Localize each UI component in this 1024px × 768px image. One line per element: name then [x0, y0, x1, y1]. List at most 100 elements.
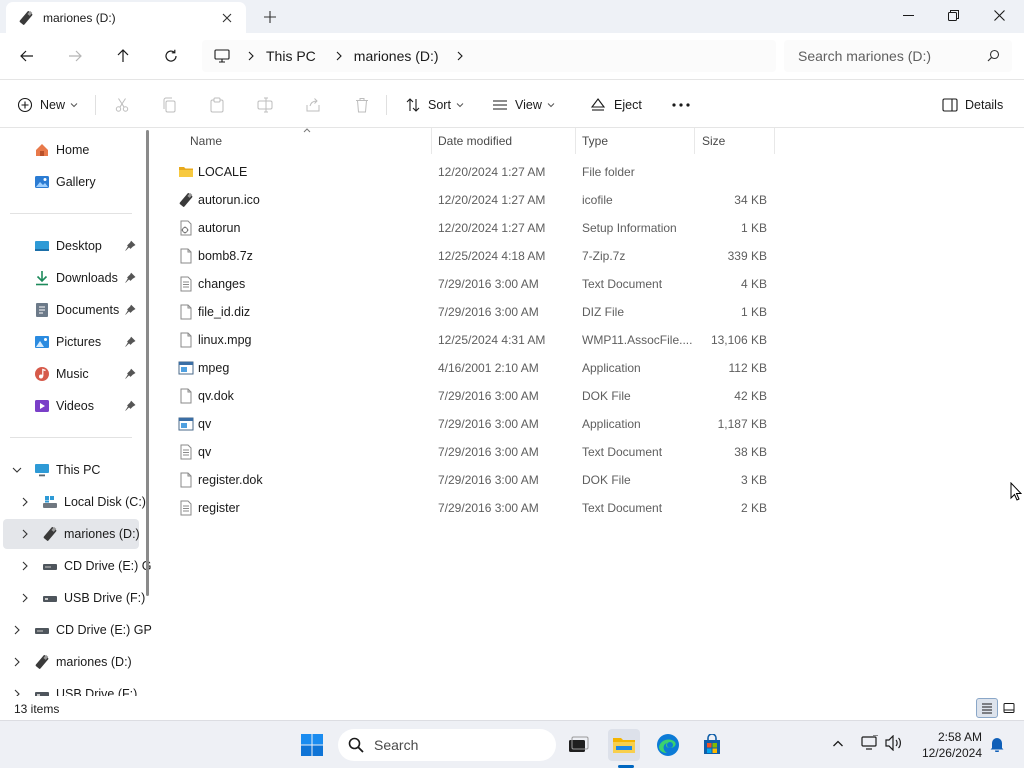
pin-icon[interactable] [124, 336, 136, 348]
sidebar-item-pictures[interactable]: Pictures [34, 328, 142, 356]
rename-icon[interactable] [257, 91, 273, 119]
restore-icon[interactable] [930, 0, 976, 30]
search-box[interactable] [784, 40, 1012, 72]
sidebar-item-home[interactable]: Home [34, 136, 89, 164]
chevron-right-icon[interactable] [19, 528, 31, 540]
table-row[interactable]: autorun 12/20/2024 1:27 AM Setup Informati… [170, 214, 775, 242]
table-row[interactable]: mpeg 4/16/2001 2:10 AM Application 112 KB [170, 354, 775, 382]
sort-button[interactable]: Sort [405, 91, 464, 119]
sidebar-item-desktop[interactable]: Desktop [34, 232, 142, 260]
sidebar-item-this-pc[interactable]: This PC [34, 456, 100, 484]
sidebar-item-mariones-d[interactable]: mariones (D:) [42, 520, 140, 548]
sidebar-item-mariones-d-root[interactable]: mariones (D:) [34, 648, 132, 676]
more-options-icon[interactable] [672, 91, 690, 119]
pin-icon[interactable] [124, 400, 136, 412]
start-windows-icon[interactable] [296, 729, 328, 761]
pin-icon[interactable] [124, 304, 136, 316]
sidebar-item-gallery[interactable]: Gallery [34, 168, 96, 196]
back-arrow-icon[interactable] [12, 41, 42, 71]
pin-icon[interactable] [124, 272, 136, 284]
table-row[interactable]: file_id.diz 7/29/2016 3:00 AM DIZ File 1 KB [170, 298, 775, 326]
new-tab-icon[interactable] [256, 5, 284, 29]
sidebar-item-local-disk-c[interactable]: Local Disk (C:) [42, 488, 146, 516]
chevron-right-icon[interactable] [11, 688, 23, 696]
column-header-size[interactable]: Size [702, 128, 725, 154]
table-row[interactable]: qv 7/29/2016 3:00 AM Text Document 38 KB [170, 438, 775, 466]
table-row[interactable]: LOCALE 12/20/2024 1:27 AM File folder [170, 158, 775, 186]
table-row[interactable]: linux.mpg 12/25/2024 4:31 AM WMP11.AssocFi… [170, 326, 775, 354]
notification-bell-icon[interactable] [989, 736, 1005, 752]
volume-icon[interactable] [885, 735, 903, 751]
search-input[interactable] [798, 48, 978, 64]
chevron-right-icon[interactable] [11, 656, 23, 668]
sidebar-item-label: Music [56, 367, 89, 381]
file-explorer-icon[interactable] [608, 729, 640, 761]
microsoft-store-icon[interactable] [696, 729, 728, 761]
chevron-right-icon[interactable] [11, 624, 23, 636]
table-row[interactable]: register 7/29/2016 3:00 AM Text Document 2 … [170, 494, 775, 522]
address-field[interactable]: This PC mariones (D:) [202, 40, 776, 72]
forward-arrow-icon[interactable] [60, 41, 90, 71]
sidebar-item-videos[interactable]: Videos [34, 392, 142, 420]
chevron-up-icon[interactable] [832, 738, 844, 750]
cut-icon[interactable] [114, 91, 130, 119]
refresh-icon[interactable] [156, 41, 186, 71]
delete-icon[interactable] [354, 91, 370, 119]
sidebar-item-cd-drive-e-root[interactable]: CD Drive (E:) GP [34, 616, 152, 644]
chevron-right-icon[interactable] [19, 560, 31, 572]
table-row[interactable]: qv 7/29/2016 3:00 AM Application 1,187 KB [170, 410, 775, 438]
table-row[interactable]: qv.dok 7/29/2016 3:00 AM DOK File 42 KB [170, 382, 775, 410]
table-row[interactable]: changes 7/29/2016 3:00 AM Text Document 4 K… [170, 270, 775, 298]
sidebar-item-cd-drive-e[interactable]: CD Drive (E:) G [42, 552, 152, 580]
column-divider[interactable] [694, 128, 695, 154]
sidebar-item-downloads[interactable]: Downloads [34, 264, 142, 292]
sidebar-item-documents[interactable]: Documents [34, 296, 142, 324]
file-size: 1,187 KB [717, 417, 767, 431]
file-date: 12/20/2024 1:27 AM [438, 221, 546, 235]
file-name: mpeg [198, 361, 230, 375]
pin-icon[interactable] [124, 240, 136, 252]
tiles-view-icon[interactable] [998, 698, 1020, 718]
column-divider[interactable] [774, 128, 775, 154]
sidebar-item-music[interactable]: Music [34, 360, 142, 388]
table-row[interactable]: bomb8.7z 12/25/2024 4:18 AM 7-Zip.7z 339 KB [170, 242, 775, 270]
edge-browser-icon[interactable] [652, 729, 684, 761]
minimize-icon[interactable] [885, 0, 931, 30]
network-icon[interactable] [861, 735, 879, 751]
column-divider[interactable] [575, 128, 576, 154]
sidebar-item-label: This PC [56, 463, 101, 477]
breadcrumb-mariones[interactable]: mariones (D:) [354, 48, 439, 64]
breadcrumb-this-pc[interactable]: This PC [266, 48, 316, 64]
column-header-name[interactable]: Name [190, 128, 222, 154]
sidebar-item-usb-drive-f[interactable]: USB Drive (F:) [42, 584, 145, 612]
sidebar-scrollbar[interactable] [146, 130, 149, 596]
close-tab-icon[interactable] [212, 6, 242, 30]
paste-icon[interactable] [209, 91, 225, 119]
share-icon[interactable] [305, 91, 321, 119]
new-button[interactable]: New [17, 91, 78, 119]
chevron-down-icon[interactable] [11, 464, 23, 476]
tab-mariones[interactable]: mariones (D:) [6, 2, 246, 33]
details-button[interactable]: Details [942, 91, 1003, 119]
close-window-icon[interactable] [976, 0, 1022, 30]
table-row[interactable]: autorun.ico 12/20/2024 1:27 AM icofile 34 K… [170, 186, 775, 214]
copy-icon[interactable] [161, 91, 177, 119]
column-divider[interactable] [431, 128, 432, 154]
column-header-date[interactable]: Date modified [438, 128, 512, 154]
search-icon[interactable] [987, 49, 1000, 62]
task-view-icon[interactable] [562, 729, 594, 761]
taskbar-search[interactable]: Search [338, 729, 556, 761]
table-row[interactable]: register.dok 7/29/2016 3:00 AM DOK File 3 K… [170, 466, 775, 494]
chevron-right-icon[interactable] [19, 592, 31, 604]
view-button[interactable]: View [492, 91, 555, 119]
sidebar-item-usb-drive-f-root[interactable]: USB Drive (F:) [34, 680, 137, 696]
chevron-right-icon[interactable] [455, 51, 465, 61]
pin-icon[interactable] [124, 368, 136, 380]
details-view-icon[interactable] [976, 698, 998, 718]
system-clock[interactable]: 2:58 AM 12/26/2024 [912, 729, 982, 761]
download-icon [34, 270, 50, 286]
eject-button[interactable]: Eject [590, 91, 642, 119]
column-header-type[interactable]: Type [582, 128, 608, 154]
chevron-right-icon[interactable] [19, 496, 31, 508]
up-arrow-icon[interactable] [108, 41, 138, 71]
